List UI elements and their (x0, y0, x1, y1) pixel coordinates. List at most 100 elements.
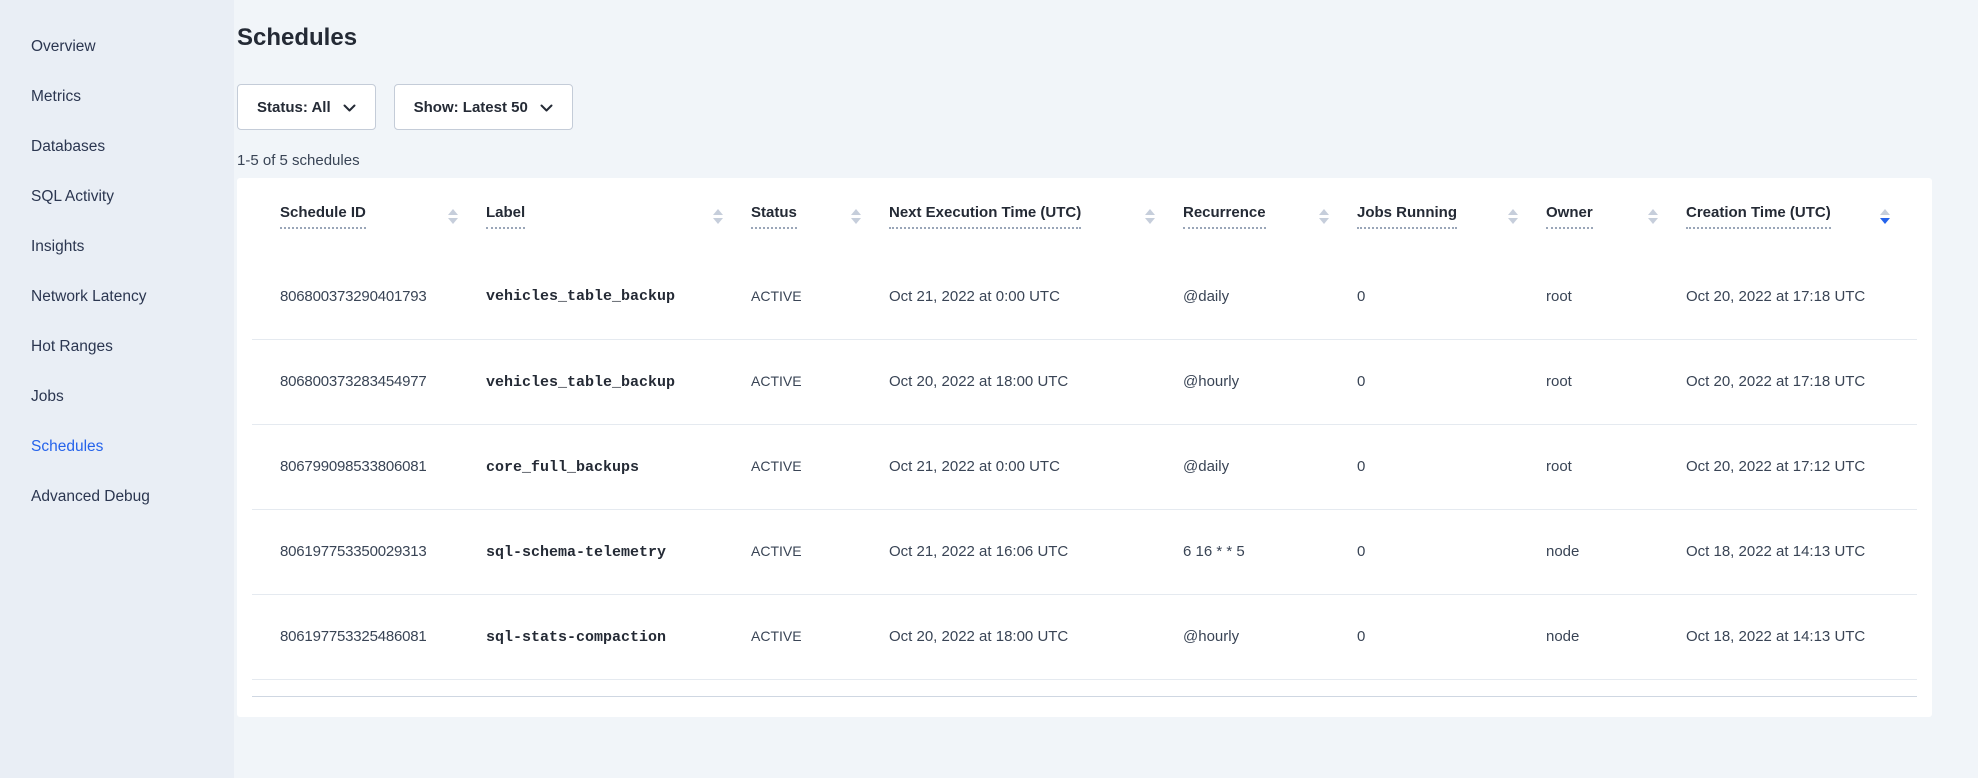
show-filter-dropdown[interactable]: Show: Latest 50 (394, 84, 573, 130)
jobs-running-cell: 0 (1357, 288, 1365, 305)
label-cell: sql-schema-telemetry (486, 544, 666, 561)
sidebar-item[interactable]: Schedules (0, 422, 234, 472)
jobs-running-cell: 0 (1357, 458, 1365, 475)
sort-arrows-icon (841, 209, 861, 224)
status-cell: ACTIVE (751, 543, 802, 559)
sidebar: Overview Metrics Databases SQL Activity … (0, 0, 234, 778)
column-header-label: Status (751, 204, 797, 229)
table-row: 806799098533806081 core_full_backups ACT… (252, 424, 1917, 509)
sort-arrows-icon (1498, 209, 1518, 224)
schedule-id-cell: 806800373290401793 (280, 288, 427, 305)
schedules-table: Schedule ID Label Status Next Execution … (252, 178, 1917, 680)
next-execution-time-cell: Oct 21, 2022 at 16:06 UTC (889, 543, 1068, 560)
sidebar-item-label: Network Latency (31, 288, 146, 306)
chevron-down-icon (540, 104, 553, 112)
sort-arrows-icon (1638, 209, 1658, 224)
sidebar-item-label: Hot Ranges (31, 338, 113, 356)
column-header-label: Jobs Running (1357, 204, 1457, 229)
status-filter-dropdown[interactable]: Status: All (237, 84, 376, 130)
owner-cell: root (1546, 373, 1572, 390)
status-cell: ACTIVE (751, 458, 802, 474)
sidebar-item-label: Schedules (31, 438, 103, 456)
column-header[interactable]: Label (485, 178, 750, 254)
table-row: 806197753325486081 sql-stats-compaction … (252, 594, 1917, 679)
sidebar-item[interactable]: Network Latency (0, 272, 234, 322)
column-header-label: Creation Time (UTC) (1686, 204, 1831, 229)
column-header-label: Schedule ID (280, 204, 366, 229)
owner-cell: root (1546, 458, 1572, 475)
schedule-id-cell: 806800373283454977 (280, 373, 427, 390)
sidebar-item-label: Metrics (31, 88, 81, 106)
next-execution-time-cell: Oct 21, 2022 at 0:00 UTC (889, 458, 1060, 475)
sidebar-item-label: Insights (31, 238, 84, 256)
jobs-running-cell: 0 (1357, 373, 1365, 390)
main-content: Schedules Status: All Show: Latest 50 1-… (234, 0, 1978, 778)
creation-time-cell: Oct 18, 2022 at 14:13 UTC (1686, 628, 1865, 645)
sort-arrows-icon (1135, 209, 1155, 224)
recurrence-cell: @daily (1183, 458, 1229, 475)
jobs-running-cell: 0 (1357, 628, 1365, 645)
table-row: 806800373283454977 vehicles_table_backup… (252, 339, 1917, 424)
jobs-running-cell: 0 (1357, 543, 1365, 560)
column-header-label: Owner (1546, 204, 1593, 229)
recurrence-cell: @daily (1183, 288, 1229, 305)
status-cell: ACTIVE (751, 373, 802, 389)
schedule-id-cell: 806799098533806081 (280, 458, 427, 475)
table-row: 806800373290401793 vehicles_table_backup… (252, 254, 1917, 339)
sidebar-item[interactable]: Metrics (0, 72, 234, 122)
status-cell: ACTIVE (751, 288, 802, 304)
next-execution-time-cell: Oct 21, 2022 at 0:00 UTC (889, 288, 1060, 305)
sidebar-item[interactable]: SQL Activity (0, 172, 234, 222)
sidebar-item[interactable]: Insights (0, 222, 234, 272)
owner-cell: node (1546, 628, 1579, 645)
sort-arrows-icon (438, 209, 458, 224)
sidebar-item-label: SQL Activity (31, 188, 114, 206)
sidebar-item[interactable]: Overview (0, 22, 234, 72)
table-row: 806197753350029313 sql-schema-telemetry … (252, 509, 1917, 594)
column-header-label: Next Execution Time (UTC) (889, 204, 1081, 229)
column-header[interactable]: Recurrence (1182, 178, 1356, 254)
page-title: Schedules (237, 24, 1932, 52)
column-header[interactable]: Jobs Running (1356, 178, 1545, 254)
column-header[interactable]: Creation Time (UTC) (1685, 178, 1917, 254)
next-execution-time-cell: Oct 20, 2022 at 18:00 UTC (889, 628, 1068, 645)
table-header-row: Schedule ID Label Status Next Execution … (252, 178, 1917, 254)
label-cell: vehicles_table_backup (486, 374, 675, 391)
sort-arrows-icon (703, 209, 723, 224)
recurrence-cell: @hourly (1183, 628, 1239, 645)
show-filter-label: Show: Latest 50 (414, 99, 528, 116)
owner-cell: node (1546, 543, 1579, 560)
owner-cell: root (1546, 288, 1572, 305)
creation-time-cell: Oct 20, 2022 at 17:18 UTC (1686, 288, 1865, 305)
status-cell: ACTIVE (751, 628, 802, 644)
sidebar-item-label: Overview (31, 38, 96, 56)
filter-bar: Status: All Show: Latest 50 (237, 84, 1932, 130)
sort-arrows-icon (1870, 209, 1890, 224)
sidebar-item[interactable]: Hot Ranges (0, 322, 234, 372)
creation-time-cell: Oct 20, 2022 at 17:12 UTC (1686, 458, 1865, 475)
sidebar-item[interactable]: Jobs (0, 372, 234, 422)
column-header-label: Label (486, 204, 525, 229)
sidebar-item-label: Jobs (31, 388, 64, 406)
column-header[interactable]: Next Execution Time (UTC) (888, 178, 1182, 254)
chevron-down-icon (343, 104, 356, 112)
results-count: 1-5 of 5 schedules (237, 152, 1932, 169)
column-header-label: Recurrence (1183, 204, 1266, 229)
schedule-id-cell: 806197753325486081 (280, 628, 427, 645)
schedules-table-card: Schedule ID Label Status Next Execution … (237, 178, 1932, 717)
sidebar-item[interactable]: Advanced Debug (0, 472, 234, 522)
sidebar-item[interactable]: Databases (0, 122, 234, 172)
label-cell: vehicles_table_backup (486, 288, 675, 305)
column-header[interactable]: Schedule ID (252, 178, 485, 254)
recurrence-cell: @hourly (1183, 373, 1239, 390)
creation-time-cell: Oct 20, 2022 at 17:18 UTC (1686, 373, 1865, 390)
column-header[interactable]: Status (750, 178, 888, 254)
status-filter-label: Status: All (257, 99, 331, 116)
recurrence-cell: 6 16 * * 5 (1183, 543, 1245, 560)
sort-arrows-icon (1309, 209, 1329, 224)
label-cell: core_full_backups (486, 459, 639, 476)
column-header[interactable]: Owner (1545, 178, 1685, 254)
creation-time-cell: Oct 18, 2022 at 14:13 UTC (1686, 543, 1865, 560)
next-execution-time-cell: Oct 20, 2022 at 18:00 UTC (889, 373, 1068, 390)
sidebar-item-label: Advanced Debug (31, 488, 150, 506)
